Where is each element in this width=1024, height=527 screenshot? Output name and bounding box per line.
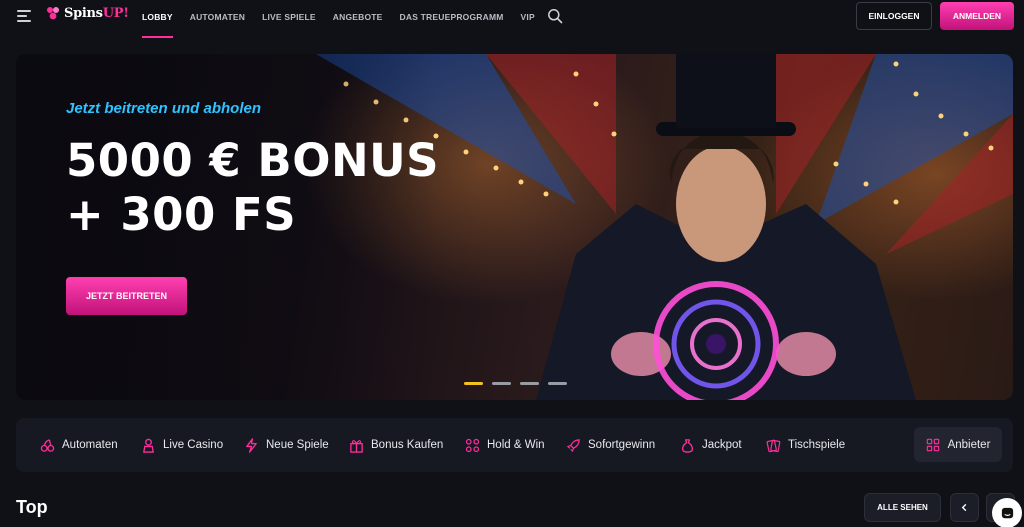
slider-dot-2[interactable] (492, 382, 511, 385)
logo-icon (47, 7, 59, 20)
rocket-icon (566, 438, 580, 452)
category-label: Automaten (62, 439, 118, 451)
search-icon[interactable] (547, 8, 563, 24)
category-label: Bonus Kaufen (371, 439, 444, 451)
slider-dots (464, 382, 567, 385)
category-live-casino[interactable]: Live Casino (141, 418, 223, 472)
lightning-icon (246, 437, 257, 453)
hero-title: 5000 € BONUS + 300 FS (66, 134, 439, 242)
category-label: Jackpot (702, 439, 742, 451)
category-hold-win[interactable]: Hold & Win (465, 418, 545, 472)
logo-text: Spins (64, 5, 103, 21)
slider-dot-4[interactable] (548, 382, 567, 385)
category-sofortgewinn[interactable]: Sofortgewinn (566, 418, 655, 472)
chat-icon (1001, 507, 1013, 518)
hero-banner[interactable]: Jetzt beitreten und abholen 5000 € BONUS… (16, 54, 1013, 400)
gift-icon (350, 439, 363, 453)
nav-live-spiele[interactable]: LIVE SPIELE (262, 0, 316, 34)
providers-label: Anbieter (947, 438, 991, 451)
top-bar: SpinsUP! LOBBY AUTOMATEN LIVE SPIELE ANG… (0, 0, 1024, 38)
nav-angebote[interactable]: ANGEBOTE (333, 0, 383, 34)
providers-button[interactable]: Anbieter (914, 427, 1002, 462)
carousel-prev-button[interactable] (950, 493, 979, 522)
category-automaten[interactable]: Automaten (40, 418, 118, 472)
nav-automaten[interactable]: AUTOMATEN (190, 0, 245, 34)
chat-widget-button[interactable] (992, 498, 1022, 527)
cards-icon (766, 439, 781, 452)
category-neue-spiele[interactable]: Neue Spiele (244, 418, 329, 472)
menu-icon[interactable] (17, 10, 31, 22)
nav-vip[interactable]: VIP (521, 0, 535, 34)
category-bar: Automaten Live Casino Neue Spiele Bonus … (16, 418, 1013, 472)
see-all-button[interactable]: ALLE SEHEN (864, 493, 941, 522)
register-button[interactable]: ANMELDEN (940, 2, 1014, 30)
hero-title-line-1: 5000 € BONUS (66, 134, 440, 187)
dealer-icon (143, 438, 154, 453)
category-label: Live Casino (163, 439, 224, 451)
slider-dot-3[interactable] (520, 382, 539, 385)
grid-icon (926, 438, 939, 451)
logo[interactable]: SpinsUP! (45, 5, 129, 21)
hero-title-line-2: + 300 FS (66, 188, 297, 241)
section-title-top: Top (16, 497, 48, 517)
category-label: Neue Spiele (266, 439, 329, 451)
nav-lobby[interactable]: LOBBY (142, 0, 173, 38)
chevron-left-icon (961, 503, 967, 512)
join-now-button[interactable]: JETZT BEITRETEN (66, 277, 187, 315)
login-button[interactable]: EINLOGGEN (856, 2, 932, 30)
category-jackpot[interactable]: Jackpot (680, 418, 742, 472)
logo-accent: UP! (102, 5, 129, 21)
category-label: Sofortgewinn (588, 439, 656, 451)
category-label: Hold & Win (487, 439, 545, 451)
slider-dot-1[interactable] (464, 382, 483, 385)
coins-icon (465, 438, 480, 452)
category-bonus-kaufen[interactable]: Bonus Kaufen (349, 418, 443, 472)
category-label: Tischspiele (788, 439, 846, 451)
cherries-icon (40, 438, 55, 452)
money-bag-icon (682, 438, 693, 453)
nav-treueprogramm[interactable]: DAS TREUEPROGRAMM (400, 0, 504, 34)
category-tischspiele[interactable]: Tischspiele (766, 418, 845, 472)
hero-subtitle: Jetzt beitreten und abholen (66, 100, 262, 117)
main-nav: LOBBY AUTOMATEN LIVE SPIELE ANGEBOTE DAS… (142, 0, 535, 38)
